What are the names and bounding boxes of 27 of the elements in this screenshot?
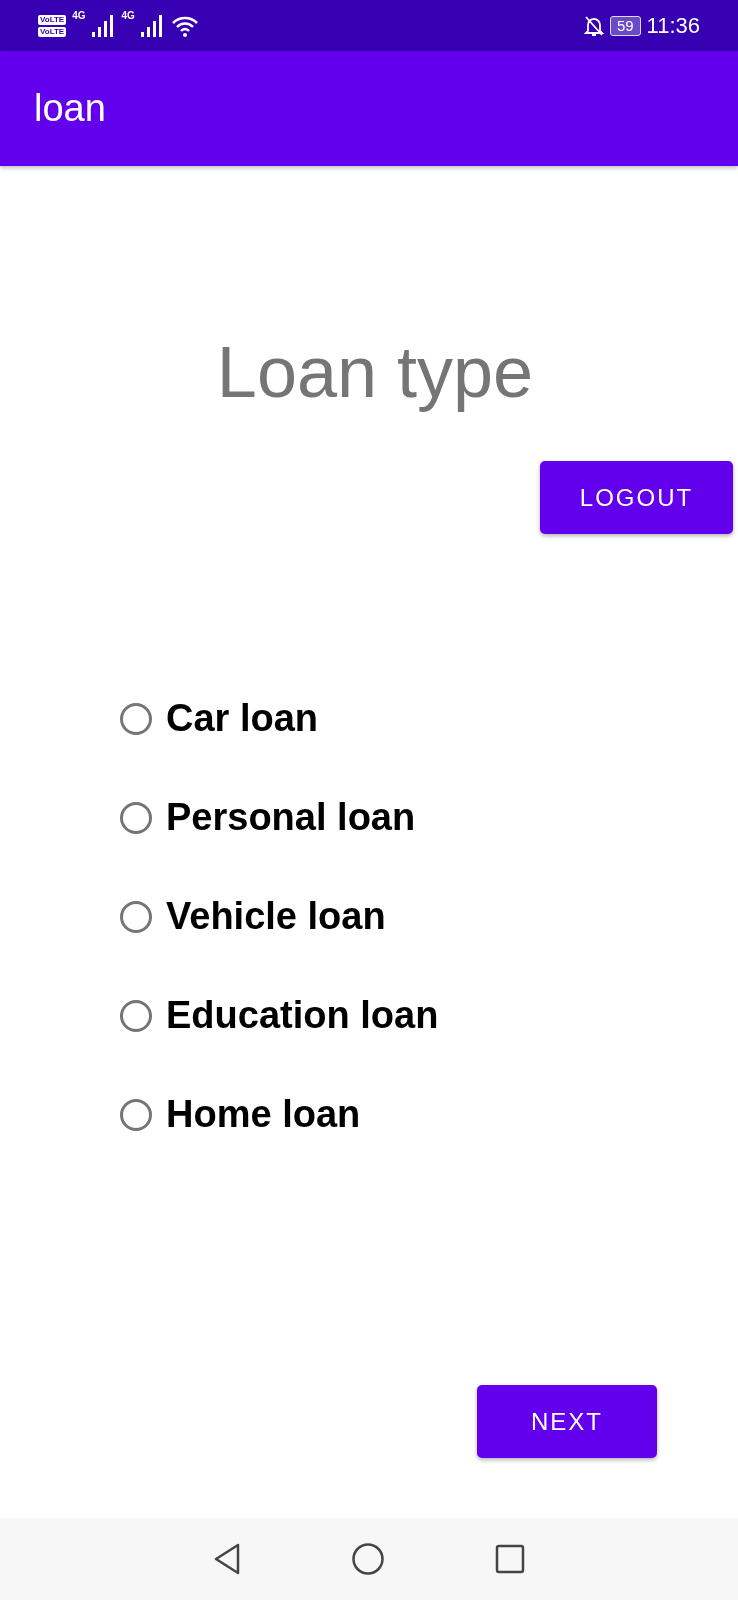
radio-button[interactable] <box>120 900 152 933</box>
next-button[interactable]: NEXT <box>477 1385 657 1458</box>
option-label[interactable]: Home loan <box>166 1093 361 1136</box>
back-icon[interactable] <box>213 1543 241 1575</box>
radio-button[interactable] <box>120 999 152 1032</box>
logout-button[interactable]: LOGOUT <box>540 461 733 534</box>
option-label[interactable]: Vehicle loan <box>166 895 386 938</box>
signal-icon <box>140 14 165 37</box>
volte-label: VoLTE <box>38 14 67 25</box>
app-title: loan <box>34 87 106 130</box>
option-label[interactable]: Education loan <box>166 994 439 1037</box>
network-label: 4G <box>72 10 86 21</box>
signal-icon <box>91 14 116 37</box>
page-heading: Loan type <box>215 331 535 413</box>
network-label: 4G <box>121 10 135 21</box>
recents-icon[interactable] <box>495 1544 525 1574</box>
battery-level: 59 <box>609 15 641 36</box>
radio-button[interactable] <box>120 801 152 834</box>
radio-button[interactable] <box>120 1098 152 1131</box>
muted-bell-icon <box>583 14 604 37</box>
clock: 11:36 <box>646 12 700 39</box>
option-label[interactable]: Personal loan <box>166 796 416 839</box>
home-icon[interactable] <box>351 1542 385 1576</box>
option-label[interactable]: Car loan <box>166 697 319 740</box>
volte-label: VoLTE <box>38 26 67 37</box>
radio-button[interactable] <box>120 702 152 735</box>
wifi-icon <box>170 14 199 37</box>
